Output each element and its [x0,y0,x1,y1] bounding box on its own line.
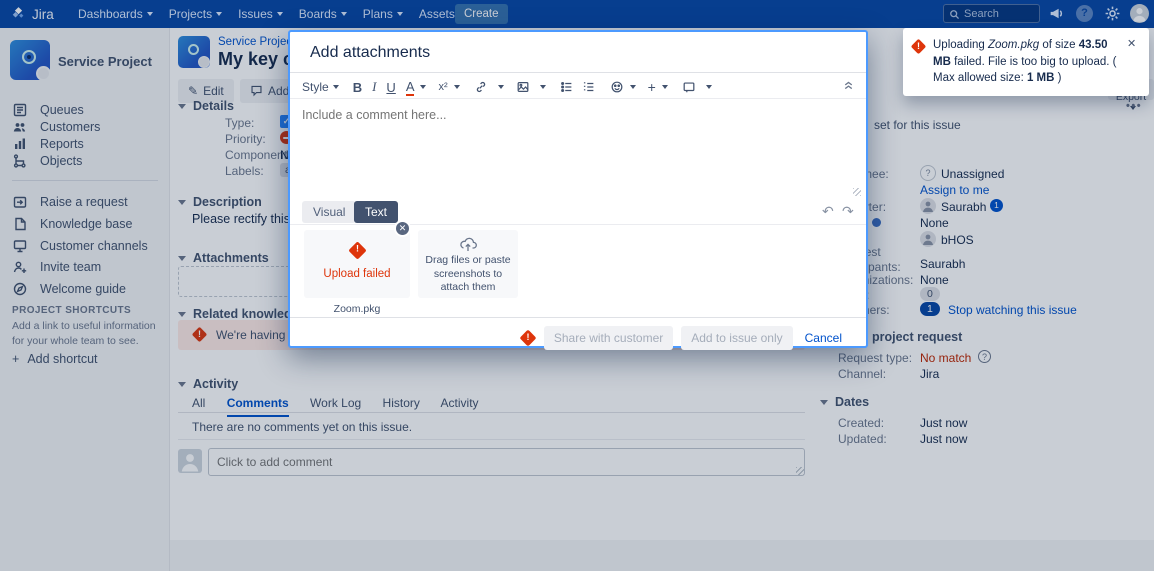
attachment-filename: Zoom.pkg [304,303,410,315]
divider [290,98,866,99]
cancel-button[interactable]: Cancel [805,331,842,345]
share-with-customer-button[interactable]: Share with customer [544,326,673,350]
notification-text: Uploading Zoom.pkg of size 43.50 MB fail… [933,37,1123,87]
add-attachments-modal: Add attachments Style B I U A x² + Visua… [288,30,868,348]
bullet-list-button[interactable] [560,80,574,94]
modal-comment-textarea[interactable] [292,100,864,196]
undo-button[interactable]: ↶ [822,203,834,220]
chevron-down-icon [540,85,546,89]
underline-button[interactable]: U [386,80,395,95]
tab-text[interactable]: Text [354,201,398,223]
chevron-down-icon [498,85,504,89]
chevron-down-icon [420,85,426,89]
editor-toolbar: Style B I U A x² + [302,76,712,98]
redo-button[interactable]: ↷ [842,203,854,220]
close-notification-button[interactable]: ✕ [1127,37,1139,87]
collapse-toolbar-button[interactable] [842,78,855,91]
numbered-list-icon [582,80,596,94]
link-button[interactable] [474,80,488,94]
cloud-upload-icon [458,236,478,252]
notification-filename: Zoom.pkg [988,39,1039,51]
notification-max-size: 1 MB [1027,72,1054,84]
tab-visual[interactable]: Visual [302,201,356,223]
numbered-list-button[interactable] [582,80,596,94]
footer-error-icon [519,330,536,347]
upload-failed-icon [348,241,366,259]
media-button[interactable] [516,80,530,94]
add-to-issue-only-button[interactable]: Add to issue only [681,326,792,350]
italic-button[interactable]: I [372,79,376,95]
divider [290,317,866,318]
chevron-down-icon [706,85,712,89]
modal-title: Add attachments [310,44,430,62]
insert-more-button[interactable]: + [648,79,656,95]
upload-error-notification: Uploading Zoom.pkg of size 43.50 MB fail… [903,28,1149,96]
more-formatting-button[interactable]: x² [438,81,447,93]
macro-button[interactable] [682,80,696,94]
bold-button[interactable]: B [353,80,362,95]
error-diamond-icon [911,39,927,55]
chevron-down-icon [630,85,636,89]
media-icon [516,80,530,94]
bullet-list-icon [560,80,574,94]
divider [290,72,866,73]
drop-files-card[interactable]: Drag files or paste screenshots to attac… [418,230,518,298]
chevron-down-icon [454,85,460,89]
resize-handle[interactable] [853,188,861,196]
macro-icon [682,80,696,94]
text-color-button[interactable]: A [406,79,415,96]
chevron-down-icon [333,85,339,89]
remove-attachment-button[interactable]: ✕ [394,220,411,237]
emoji-icon [610,80,624,94]
emoji-button[interactable] [610,80,624,94]
chevron-down-icon [662,85,668,89]
divider [290,224,866,225]
drop-files-text: Drag files or paste screenshots to attac… [418,254,518,295]
style-dropdown[interactable]: Style [302,80,339,94]
failed-attachment-card[interactable]: Upload failed [304,230,410,298]
modal-footer: Share with customer Add to issue only Ca… [290,326,842,350]
link-icon [474,80,488,94]
upload-failed-text: Upload failed [304,268,410,280]
